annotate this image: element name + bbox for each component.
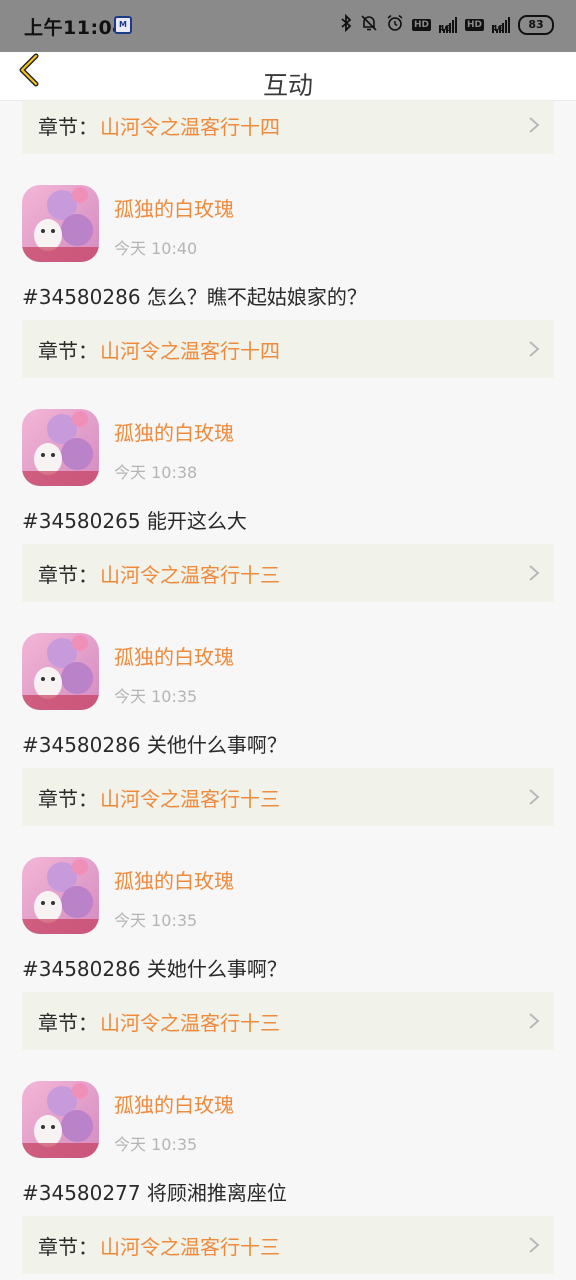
chapter-link[interactable]: 章节： 山河令之温客行十三: [22, 544, 554, 602]
username[interactable]: 孤独的白玫瑰: [114, 641, 234, 670]
avatar[interactable]: [22, 409, 99, 486]
app-notification-icon: M: [114, 16, 132, 34]
timestamp: 今天 10:40: [114, 239, 198, 258]
avatar[interactable]: [22, 185, 99, 262]
avatar[interactable]: [22, 633, 99, 710]
alarm-icon: [386, 14, 404, 36]
chapter-link[interactable]: 章节： 山河令之温客行十三: [22, 768, 554, 826]
chevron-right-icon: [529, 1237, 540, 1253]
network-type-2: 4G: [492, 25, 504, 33]
chapter-label: 章节：: [38, 115, 98, 139]
timestamp: 今天 10:35: [114, 687, 198, 706]
avatar[interactable]: [22, 857, 99, 934]
username[interactable]: 孤独的白玫瑰: [114, 417, 234, 446]
timestamp: 今天 10:35: [114, 1135, 198, 1154]
chevron-right-icon: [529, 565, 540, 581]
page-title: 互动: [262, 71, 313, 100]
chevron-right-icon: [529, 789, 540, 805]
interaction-list[interactable]: 章节： 山河令之温客行十四 孤独的白玫瑰 今天 10:40 #34580286 …: [0, 101, 576, 1280]
chapter-link[interactable]: 章节： 山河令之温客行十三: [22, 1216, 554, 1274]
network-type-1: 4G: [438, 25, 451, 33]
username[interactable]: 孤独的白玫瑰: [114, 865, 234, 894]
timestamp: 今天 10:35: [114, 911, 198, 930]
status-time: 上午11:04: [24, 17, 126, 39]
comment-text: #34580286 怎么？瞧不起姑娘家的？: [22, 285, 367, 309]
username[interactable]: 孤独的白玫瑰: [114, 1089, 234, 1118]
comment-text: #34580265 能开这么大: [22, 509, 247, 533]
chapter-label: 章节：: [38, 563, 98, 587]
chapter-name: 山河令之温客行十三: [100, 787, 280, 811]
signal-icon-2: 4G: [492, 17, 510, 33]
chapter-label: 章节：: [38, 339, 98, 363]
chapter-label: 章节：: [38, 787, 98, 811]
chapter-link[interactable]: 章节： 山河令之温客行十三: [22, 992, 554, 1050]
comment-text: #34580277 将顾湘推离座位: [22, 1181, 287, 1205]
chevron-right-icon: [529, 341, 540, 357]
comment-text: #34580286 关她什么事啊？: [22, 957, 287, 981]
hd-badge-2: HD: [464, 19, 484, 31]
chevron-right-icon: [529, 117, 540, 133]
mute-bell-icon: [360, 14, 378, 36]
avatar[interactable]: [22, 1081, 99, 1158]
chapter-label: 章节：: [38, 1011, 98, 1035]
chapter-link[interactable]: 章节： 山河令之温客行十四: [22, 320, 554, 378]
comment-text: #34580286 关他什么事啊？: [22, 733, 287, 757]
signal-icon-1: 4G: [438, 17, 457, 33]
bluetooth-icon: [340, 13, 352, 36]
chapter-name: 山河令之温客行十四: [100, 339, 280, 363]
chapter-label: 章节：: [38, 1235, 98, 1259]
username[interactable]: 孤独的白玫瑰: [114, 193, 234, 222]
top-bar: 互动: [0, 52, 576, 101]
status-icons: HD 4G HD 4G 83: [340, 11, 554, 39]
hd-badge-1: HD: [411, 19, 431, 31]
chevron-right-icon: [529, 1013, 540, 1029]
chapter-link[interactable]: 章节： 山河令之温客行十四: [22, 101, 554, 154]
chapter-name: 山河令之温客行十三: [100, 1011, 280, 1035]
chapter-name: 山河令之温客行十三: [100, 1235, 280, 1259]
timestamp: 今天 10:38: [114, 463, 198, 482]
chapter-name: 山河令之温客行十四: [100, 115, 280, 139]
chapter-name: 山河令之温客行十三: [100, 563, 280, 587]
status-bar: 上午11:04 M HD 4G HD 4G 83: [0, 0, 576, 52]
battery-icon: 83: [518, 15, 554, 35]
